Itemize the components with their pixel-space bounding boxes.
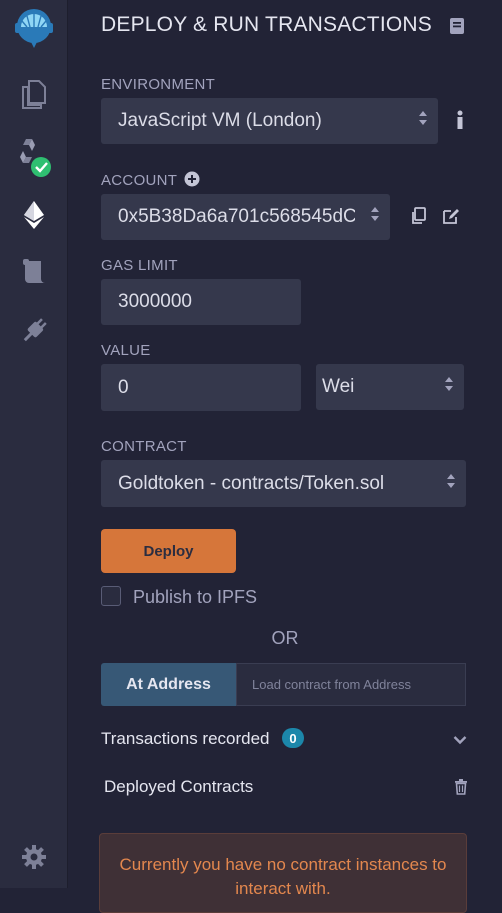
deploy-run-panel: DEPLOY & RUN TRANSACTIONS ENVIRONMENT Ja… bbox=[68, 0, 502, 913]
load-contract-address-input[interactable]: Load contract from Address bbox=[236, 663, 466, 706]
select-arrows-icon bbox=[444, 375, 454, 399]
panel-title: DEPLOY & RUN TRANSACTIONS bbox=[101, 13, 432, 36]
add-account-icon[interactable] bbox=[184, 171, 200, 192]
deploy-button[interactable]: Deploy bbox=[101, 529, 236, 573]
remix-logo-icon[interactable] bbox=[0, 2, 67, 54]
publish-ipfs-checkbox[interactable] bbox=[101, 586, 121, 606]
debugger-icon[interactable] bbox=[0, 256, 67, 288]
documentation-icon[interactable] bbox=[449, 17, 465, 40]
select-arrows-icon bbox=[370, 205, 380, 229]
edit-icon[interactable] bbox=[442, 207, 460, 230]
trash-icon[interactable] bbox=[454, 779, 468, 800]
contract-select[interactable]: Goldtoken - contracts/Token.sol bbox=[101, 460, 466, 507]
or-separator: OR bbox=[271, 628, 299, 648]
at-address-button[interactable]: At Address bbox=[101, 663, 236, 706]
value-unit-select[interactable]: Wei bbox=[316, 364, 464, 410]
environment-value: JavaScript VM (London) bbox=[118, 110, 322, 131]
environment-select[interactable]: JavaScript VM (London) bbox=[101, 98, 438, 144]
plugin-manager-icon[interactable] bbox=[0, 314, 67, 348]
gas-limit-label: GAS LIMIT bbox=[101, 257, 178, 274]
account-value: 0x5B38Da6a701c568545dCfcB03FcB875f56bedd… bbox=[118, 206, 355, 227]
value-input[interactable]: 0 bbox=[101, 364, 301, 411]
chevron-down-icon[interactable] bbox=[453, 732, 467, 750]
file-explorer-icon[interactable] bbox=[0, 78, 67, 110]
account-label: ACCOUNT bbox=[101, 172, 178, 189]
publish-ipfs-label: Publish to IPFS bbox=[133, 587, 258, 607]
select-arrows-icon bbox=[446, 472, 456, 496]
gas-limit-input[interactable]: 3000000 bbox=[101, 279, 301, 325]
value-unit: Wei bbox=[322, 376, 355, 397]
environment-info-icon[interactable] bbox=[456, 110, 464, 135]
settings-icon[interactable] bbox=[0, 842, 67, 872]
account-select[interactable]: 0x5B38Da6a701c568545dCfcB03FcB875f56bedd… bbox=[101, 194, 390, 240]
contract-value: Goldtoken - contracts/Token.sol bbox=[118, 472, 385, 494]
no-instances-alert: Currently you have no contract instances… bbox=[99, 833, 467, 913]
transactions-recorded-label[interactable]: Transactions recorded bbox=[101, 729, 270, 749]
environment-label: ENVIRONMENT bbox=[101, 76, 216, 93]
solidity-compiler-icon[interactable] bbox=[0, 135, 67, 179]
transactions-count-badge: 0 bbox=[282, 728, 304, 748]
contract-label: CONTRACT bbox=[101, 438, 187, 455]
icon-sidebar bbox=[0, 0, 68, 888]
value-label: VALUE bbox=[101, 342, 151, 359]
select-arrows-icon bbox=[418, 109, 428, 133]
copy-icon[interactable] bbox=[410, 207, 426, 230]
deploy-run-icon[interactable] bbox=[0, 198, 67, 232]
deployed-contracts-label: Deployed Contracts bbox=[104, 777, 254, 796]
